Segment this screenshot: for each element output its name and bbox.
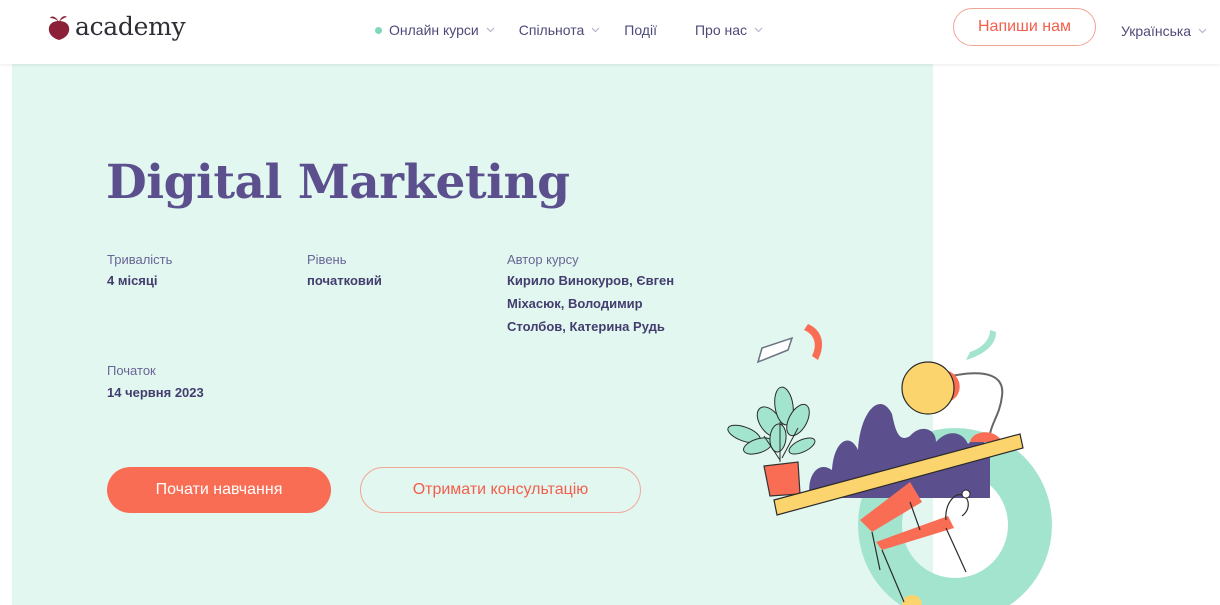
pot-shape xyxy=(763,461,801,497)
main-nav: Онлайн курси Спільнота Події Про нас xyxy=(375,22,787,38)
start-value: 14 червня 2023 xyxy=(107,385,204,400)
author-label: Автор курсу xyxy=(507,252,579,267)
nav-item-label: Події xyxy=(624,22,657,38)
chevron-down-icon xyxy=(1198,28,1207,34)
write-us-button[interactable]: Напиши нам xyxy=(953,8,1096,46)
start-label: Початок xyxy=(107,363,156,378)
chevron-down-icon xyxy=(486,27,495,33)
nav-item-about[interactable]: Про нас xyxy=(695,22,763,38)
confetti-mint xyxy=(966,330,996,360)
lamp-bulb xyxy=(901,361,955,415)
nav-item-events[interactable]: Події xyxy=(624,22,657,38)
language-label: Українська xyxy=(1121,23,1192,39)
chevron-down-icon xyxy=(754,27,763,33)
status-dot xyxy=(375,26,382,34)
nav-item-label: Онлайн курси xyxy=(389,22,479,38)
author-line: Столбов, Катерина Рудь xyxy=(507,319,665,334)
author-line: Міхасюк, Володимир xyxy=(507,296,643,311)
language-selector[interactable]: Українська xyxy=(1121,23,1207,39)
chevron-down-icon xyxy=(591,27,600,33)
level-label: Рівень xyxy=(307,252,347,267)
duration-label: Тривалість xyxy=(107,252,173,267)
confetti-white xyxy=(756,336,794,364)
start-learning-button[interactable]: Почати навчання xyxy=(107,467,331,513)
duration-value: 4 місяці xyxy=(107,273,158,288)
confetti-red xyxy=(804,324,823,360)
nav-item-label: Про нас xyxy=(694,22,748,38)
nav-item-label: Спільнота xyxy=(518,22,585,38)
logo[interactable]: academy xyxy=(47,12,186,41)
nav-item-online-courses[interactable]: Онлайн курси xyxy=(375,22,495,38)
author-line: Кирило Винокуров, Євген xyxy=(507,273,675,288)
course-title: Digital Marketing xyxy=(106,155,570,210)
nav-item-community[interactable]: Спільнота xyxy=(519,22,601,38)
get-consultation-button[interactable]: Отримати консультацію xyxy=(360,467,641,513)
logo-text: academy xyxy=(75,12,186,41)
beet-logo-icon xyxy=(48,15,70,40)
level-value: початковий xyxy=(307,273,382,288)
site-header: academy Онлайн курси Спільнота Події Про… xyxy=(0,0,1220,64)
hero-illustration xyxy=(727,324,1052,605)
